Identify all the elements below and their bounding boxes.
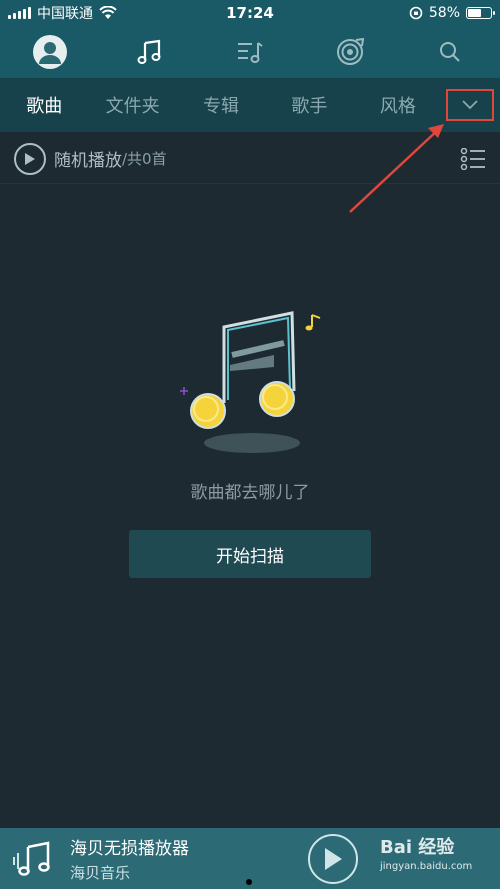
annotation-arrow-icon bbox=[349, 124, 444, 213]
battery-icon bbox=[466, 7, 495, 19]
status-time: 17:24 bbox=[226, 4, 274, 22]
tab-artists[interactable]: 歌手 bbox=[265, 92, 353, 118]
carrier-name: 中国联通 bbox=[37, 6, 93, 22]
mini-player-title: 海贝无损播放器 bbox=[70, 839, 189, 859]
search-icon[interactable] bbox=[430, 32, 470, 72]
album-cover-icon[interactable] bbox=[10, 835, 58, 883]
orientation-lock-icon bbox=[409, 6, 423, 20]
wifi-icon bbox=[99, 6, 117, 19]
battery-percent: 58% bbox=[428, 5, 460, 21]
status-bar: 中国联通 17:24 58% bbox=[0, 0, 500, 26]
start-scan-button[interactable]: 开始扫描 bbox=[129, 530, 371, 578]
tab-songs[interactable]: 歌曲 bbox=[0, 92, 88, 118]
battery-fill bbox=[468, 9, 481, 17]
watermark-main: Bai 经验 bbox=[380, 837, 455, 858]
empty-music-illustration bbox=[180, 311, 321, 453]
mini-player-subtitle: 海贝音乐 bbox=[70, 864, 131, 882]
top-nav bbox=[0, 26, 500, 78]
status-right: 58% bbox=[312, 5, 495, 21]
music-note-icon[interactable] bbox=[130, 32, 170, 72]
tab-folders[interactable]: 文件夹 bbox=[88, 92, 176, 118]
song-count: /共0首 bbox=[122, 150, 167, 168]
mini-play-button[interactable] bbox=[308, 834, 358, 884]
radio-icon[interactable] bbox=[330, 32, 370, 72]
mini-player-info: 海贝无损播放器 海贝音乐 bbox=[70, 834, 189, 883]
profile-icon[interactable] bbox=[30, 32, 70, 72]
chevron-down-icon bbox=[462, 100, 478, 110]
signal-icon bbox=[8, 7, 31, 19]
playlist-icon[interactable] bbox=[230, 32, 270, 72]
tabs-dropdown-button[interactable] bbox=[446, 89, 495, 121]
play-circle-icon bbox=[14, 142, 46, 175]
baidu-watermark: Bai 经验 jingyan.baidu.com bbox=[380, 833, 495, 885]
empty-state-message: 歌曲都去哪儿了 bbox=[190, 483, 310, 503]
home-indicator-dot bbox=[246, 879, 252, 885]
play-icon bbox=[325, 848, 342, 870]
shuffle-play-label: 随机播放 bbox=[54, 151, 122, 171]
status-left: 中国联通 bbox=[8, 3, 188, 23]
tab-genres[interactable]: 风格 bbox=[354, 92, 442, 118]
watermark-sub: jingyan.baidu.com bbox=[380, 861, 473, 872]
list-manage-icon[interactable] bbox=[460, 147, 486, 170]
tab-albums[interactable]: 专辑 bbox=[177, 92, 265, 118]
